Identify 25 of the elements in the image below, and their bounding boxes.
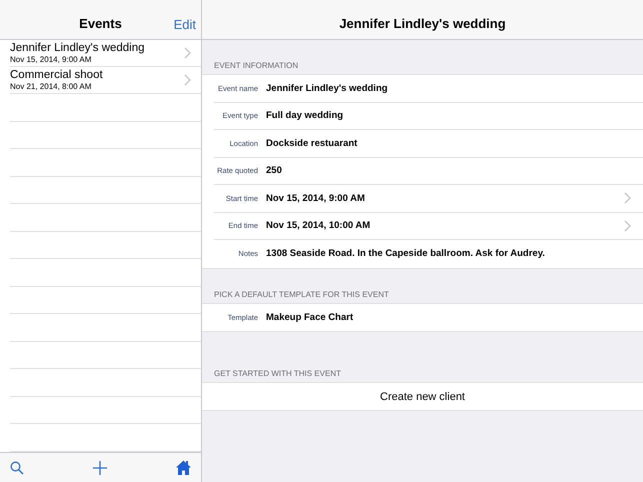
search-icon[interactable] — [10, 460, 24, 474]
add-icon[interactable] — [93, 460, 107, 474]
field-value: Dockside restuarant — [266, 138, 358, 149]
event-date: Nov 15, 2014, 9:00 AM — [10, 55, 92, 64]
chevron-icon — [184, 74, 191, 86]
chevron-icon — [184, 47, 191, 59]
field-value: Full day wedding — [266, 110, 344, 122]
field-value: 1308 Seaside Road. In the Capeside ballroom. Ask for Audrey. — [266, 248, 546, 260]
event-list-item[interactable]: Jennifer Lindley's wedding Nov 15, 2014, 9:00 AM — [10, 40, 201, 67]
home-icon[interactable] — [176, 460, 191, 475]
field-value: Jennifer Lindley's wedding — [266, 82, 389, 94]
field-value: Makeup Face Chart — [266, 312, 354, 323]
navigation-title: Events — [79, 16, 122, 31]
field-value: Nov 15, 2014, 9:00 AM — [266, 192, 366, 204]
event-date: Nov 21, 2014, 8:00 AM — [10, 82, 92, 91]
section-header: GET STARTED WITH THIS EVENT — [214, 369, 341, 378]
edit-button[interactable]: Edit — [174, 17, 196, 32]
event-title: Commercial shoot — [10, 69, 104, 82]
event-title: Jennifer Lindley's wedding — [10, 42, 146, 55]
section-header: PICK A DEFAULT TEMPLATE FOR THIS EVENT — [214, 290, 389, 298]
navigation-title: Jennifer Lindley's wedding — [339, 16, 506, 31]
event-list-item[interactable]: Commercial shoot Nov 21, 2014, 8:00 AM — [10, 67, 201, 94]
field-value: Nov 15, 2014, 10:00 AM — [266, 220, 372, 232]
field-value: 250 — [266, 165, 283, 176]
section-header: EVENT INFORMATION — [214, 61, 298, 70]
